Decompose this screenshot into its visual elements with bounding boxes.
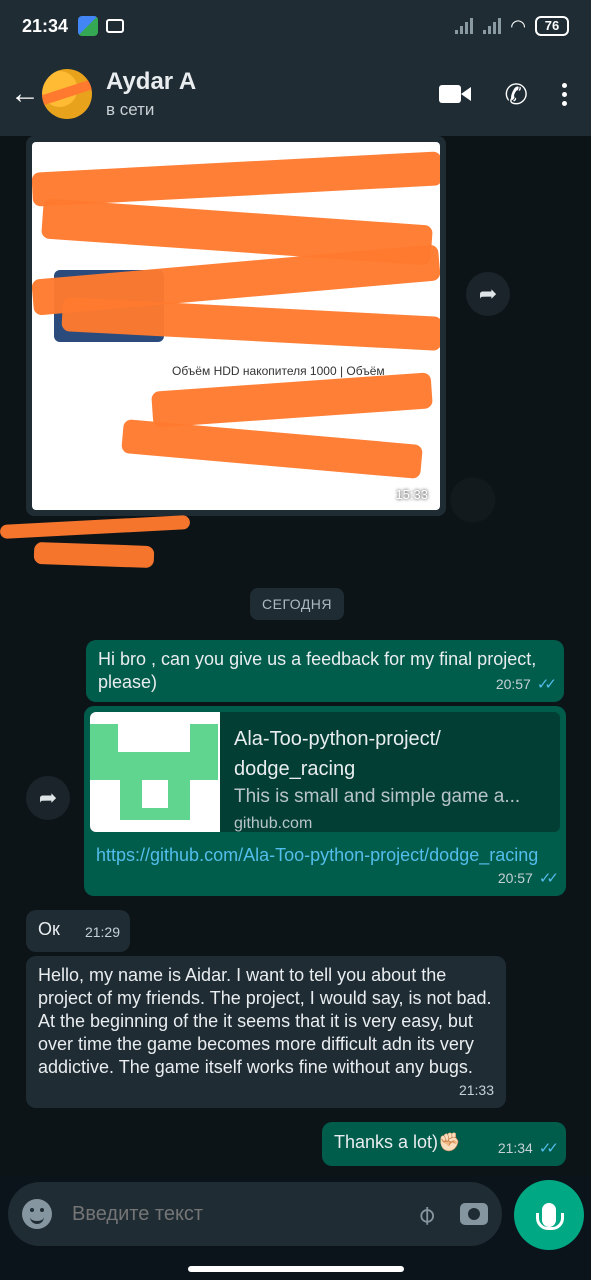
message-text: Hi bro , can you give us a feedback for …	[98, 649, 537, 692]
emoji-icon[interactable]	[22, 1199, 52, 1229]
redaction-scribble	[61, 297, 440, 351]
outgoing-link-message[interactable]: Ala-Too-python-project/ dodge_racing Thi…	[84, 706, 566, 896]
paperclip-icon[interactable]: ⌀	[410, 1198, 443, 1231]
signal-icon-2	[483, 18, 502, 34]
message-text: Thanks a lot)✊🏻	[334, 1132, 461, 1152]
message-time: 21:29	[84, 924, 120, 940]
incoming-message[interactable]: Ок 21:29	[26, 910, 130, 952]
read-ticks-icon: ✓✓	[538, 870, 559, 887]
link-preview-title: Ala-Too-python-project/ dodge_racing	[234, 728, 441, 780]
camera-icon[interactable]	[460, 1203, 488, 1225]
redaction-scribble	[32, 151, 440, 207]
message-link[interactable]: https://github.com/Ala-Too-python-projec…	[84, 838, 566, 867]
read-ticks-icon: ✓✓	[536, 676, 557, 693]
message-time: 21:34	[497, 1140, 533, 1156]
chat-header: ← Aydar A в сети ✆	[0, 52, 591, 136]
date-divider: СЕГОДНЯ	[250, 588, 345, 620]
message-meta: 20:57 ✓✓	[497, 867, 559, 890]
incoming-message[interactable]: Hello, my name is Aidar. I want to tell …	[26, 956, 506, 1108]
contact-status: в сети	[106, 100, 155, 119]
signal-icon	[455, 18, 474, 34]
image-message[interactable]: Объём HDD накопителя 1000 | Объём 15:33	[26, 136, 446, 516]
contact-avatar[interactable]	[42, 69, 92, 119]
status-bar: 21:34 ◠ 76	[0, 0, 591, 52]
message-meta: 21:29	[85, 921, 120, 944]
forward-icon[interactable]: ➦	[26, 776, 70, 820]
message-text: Hello, my name is Aidar. I want to tell …	[38, 965, 492, 1077]
message-time: 21:33	[458, 1082, 494, 1098]
message-input[interactable]	[72, 1202, 419, 1226]
link-preview-thumbnail	[90, 712, 220, 832]
message-composer: ⌀	[8, 1182, 502, 1246]
screen-record-icon	[106, 19, 125, 33]
redaction-scribble	[121, 418, 423, 480]
more-vertical-icon[interactable]	[562, 82, 567, 106]
message-meta: 20:57 ✓✓	[495, 673, 557, 696]
link-preview-description: This is small and simple game a...	[234, 786, 521, 807]
gesture-nav-handle[interactable]	[188, 1266, 404, 1272]
video-call-icon[interactable]	[438, 83, 471, 105]
redaction-scribble	[33, 541, 155, 569]
app-notification-icon	[78, 16, 99, 36]
redaction-scribble	[151, 372, 433, 428]
message-meta: 21:34 ✓✓	[497, 1137, 559, 1160]
arrow-left-icon[interactable]: ←	[10, 77, 42, 111]
microphone-icon	[536, 1203, 564, 1230]
battery-indicator: 76	[535, 16, 569, 36]
voice-message-button[interactable]	[514, 1180, 584, 1250]
status-time: 21:34	[22, 15, 69, 36]
phone-icon[interactable]: ✆	[505, 78, 528, 111]
image-screenshot: Объём HDD накопителя 1000 | Объём 15:33	[32, 142, 440, 510]
link-preview-card[interactable]: Ala-Too-python-project/ dodge_racing Thi…	[90, 712, 560, 832]
read-ticks-icon: ✓✓	[538, 1140, 559, 1157]
link-preview-domain: github.com	[234, 815, 313, 832]
message-meta: 21:33	[459, 1079, 494, 1102]
forward-icon[interactable]: ➦	[466, 272, 510, 316]
wifi-icon: ◠	[511, 15, 525, 36]
message-time: 20:57	[497, 870, 533, 886]
outgoing-message[interactable]: Thanks a lot)✊🏻 21:34 ✓✓	[322, 1122, 566, 1166]
message-text: Ок	[38, 919, 60, 939]
contact-info[interactable]: Aydar A в сети	[106, 68, 196, 120]
message-time: 20:57	[495, 676, 531, 692]
contact-name: Aydar A	[106, 68, 197, 95]
outgoing-message[interactable]: Hi bro , can you give us a feedback for …	[86, 640, 564, 702]
message-time: 15:33	[395, 487, 428, 502]
